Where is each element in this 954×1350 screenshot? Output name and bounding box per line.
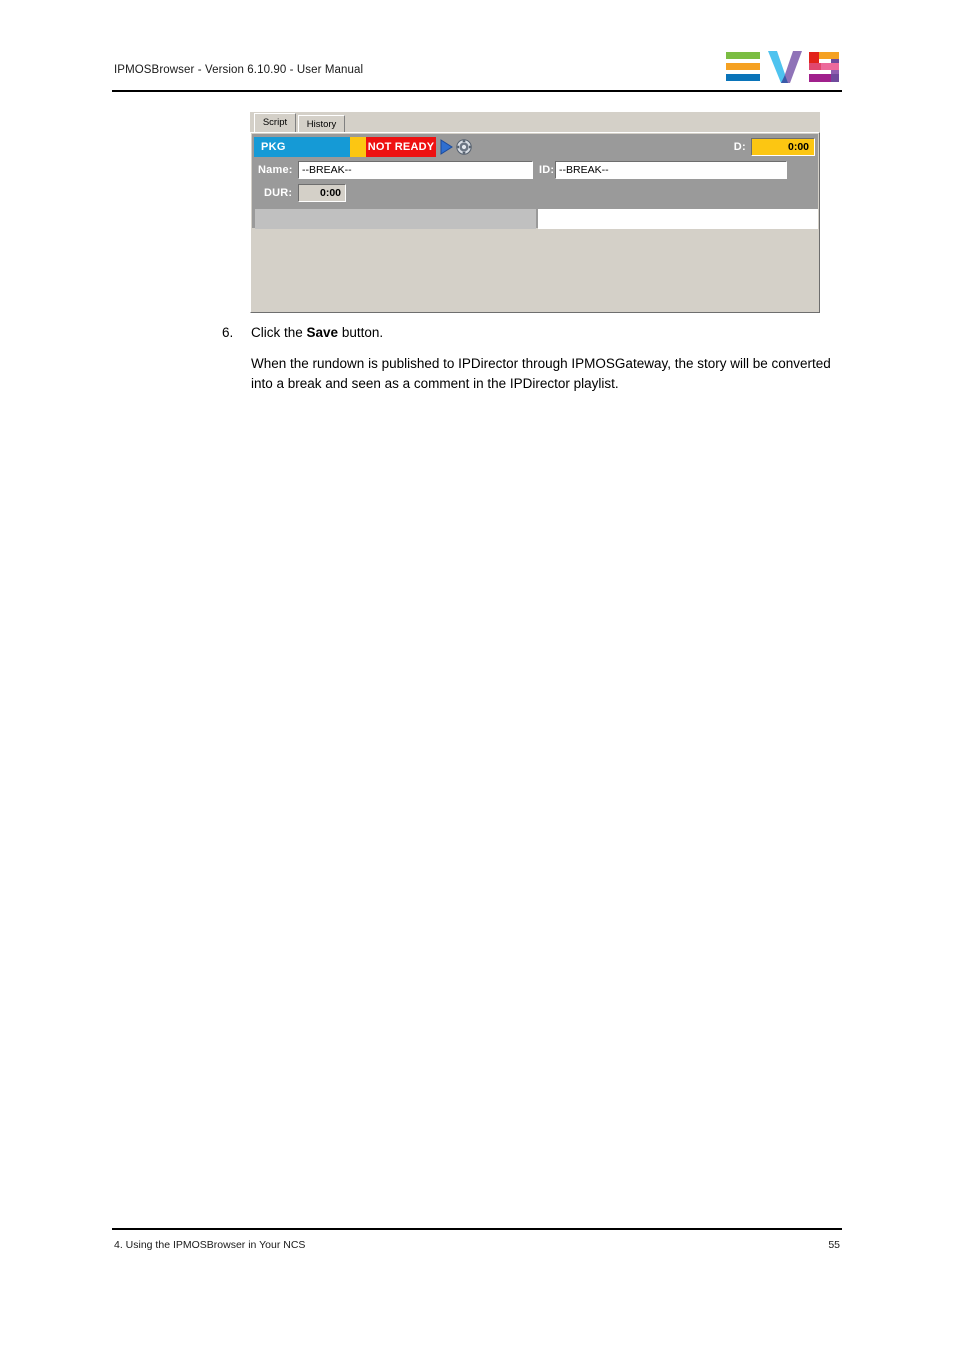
logo-s-seg-2 — [819, 52, 839, 59]
logo-bar-blue — [726, 74, 760, 81]
logo-s-seg-8 — [809, 74, 831, 82]
step-text-before: Click the — [251, 325, 307, 340]
text-editor-placeholder[interactable] — [538, 209, 818, 231]
status-badge: NOT READY — [366, 137, 436, 157]
logo-letter-v — [768, 51, 802, 83]
element-status-bar: PKG NOT READY D: 0:00 — [252, 137, 818, 158]
name-label: Name: — [258, 164, 293, 176]
header-divider — [112, 90, 842, 92]
script-panel-body: PKG NOT READY D: 0:00 Name: --BREAK-- ID… — [250, 132, 820, 313]
step-description: When the rundown is published to IPDirec… — [251, 356, 831, 391]
play-triangle-icon[interactable] — [439, 139, 454, 155]
logo-s-seg-9 — [831, 74, 839, 82]
duration-row: DUR: 0:00 — [252, 183, 818, 204]
tab-history[interactable]: History — [298, 115, 345, 133]
element-properties-region: PKG NOT READY D: 0:00 Name: --BREAK-- ID… — [252, 134, 819, 231]
element-type-badge[interactable]: PKG — [254, 137, 350, 157]
script-column-placeholder — [255, 209, 536, 231]
tab-strip: Script History — [250, 112, 820, 133]
logo-letter-s — [809, 52, 839, 82]
page-footer: 4. Using the IPMOSBrowser in Your NCS 55 — [112, 1228, 842, 1262]
logo-letter-e — [726, 52, 760, 82]
evs-logo — [726, 49, 839, 85]
logo-s-seg-5 — [809, 63, 821, 70]
logo-bar-green — [726, 52, 760, 59]
footer-divider — [112, 1228, 842, 1230]
footer-page-number: 55 — [828, 1239, 840, 1251]
name-input[interactable]: --BREAK-- — [298, 161, 533, 179]
dur-input[interactable]: 0:00 — [298, 184, 346, 202]
ipmosbrowser-screenshot-figure: Script History PKG NOT READY D: 0:00 Nam… — [250, 112, 820, 313]
id-input[interactable]: --BREAK-- — [555, 161, 787, 179]
footer-chapter: 4. Using the IPMOSBrowser in Your NCS — [114, 1239, 306, 1251]
split-row — [253, 209, 819, 231]
name-id-row: Name: --BREAK-- ID: --BREAK-- — [252, 160, 818, 181]
step-text-after: button. — [338, 325, 384, 340]
document-title: IPMOSBrowser - Version 6.10.90 - User Ma… — [114, 64, 364, 76]
duration-value[interactable]: 0:00 — [751, 138, 815, 156]
logo-bar-orange — [726, 63, 760, 70]
logo-s-seg-6 — [821, 63, 839, 70]
script-editor-area[interactable] — [252, 229, 818, 311]
dur-label: DUR: — [264, 187, 293, 199]
status-accent-strip — [350, 137, 366, 157]
gear-icon[interactable] — [456, 139, 472, 155]
duration-label: D: — [733, 141, 746, 153]
step-number: 6. — [222, 325, 234, 340]
id-label: ID: — [539, 164, 555, 176]
logo-s-seg-1 — [809, 52, 819, 59]
save-button-reference: Save — [306, 325, 339, 340]
tab-script[interactable]: Script — [254, 113, 296, 133]
step-instruction: Click the Save button. — [251, 325, 383, 340]
